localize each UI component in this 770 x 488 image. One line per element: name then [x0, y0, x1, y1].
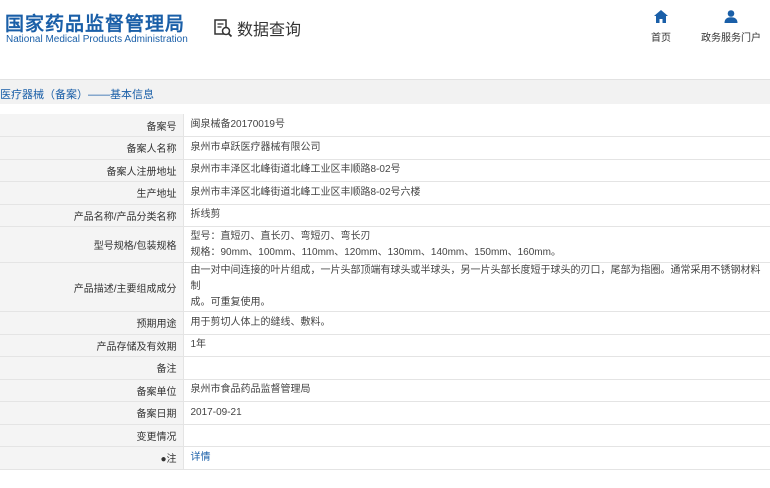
field-value-line: 由一对中间连接的叶片组成，一片头部顶端有球头或半球头，另一片头部长度短于球头的刃… — [190, 265, 761, 292]
field-label: 产品名称/产品分类名称 — [0, 204, 184, 227]
table-row: 产品描述/主要组成成分 由一对中间连接的叶片组成，一片头部顶端有球头或半球头，另… — [0, 262, 770, 312]
table-row: ●注 详情 — [0, 446, 770, 470]
logo-title-en[interactable]: National Medical Products Administration — [6, 34, 188, 45]
field-value: 由一对中间连接的叶片组成，一片头部顶端有球头或半球头，另一片头部长度短于球头的刃… — [183, 262, 770, 312]
field-value: 1年 — [183, 334, 770, 357]
field-label: 预期用途 — [0, 311, 184, 335]
field-label: 备案日期 — [0, 401, 184, 425]
table-row: 产品名称/产品分类名称 拆线剪 — [0, 204, 770, 227]
field-value: 泉州市丰泽区北峰街道北峰工业区丰顺路8-02号六楼 — [183, 181, 770, 205]
field-label: 产品存储及有效期 — [0, 334, 184, 357]
field-value-line: 型号：直短刃、直长刃、弯短刃、弯长刃 — [190, 230, 371, 242]
details-link[interactable]: 详情 — [191, 452, 211, 463]
field-value: 泉州市卓跃医疗器械有限公司 — [183, 136, 770, 160]
field-value: 详情 — [183, 446, 770, 470]
home-icon — [646, 10, 676, 23]
table-row: 变更情况 — [0, 424, 770, 447]
nav-portal-label: 政务服务门户 — [701, 33, 761, 44]
field-value: 用于剪切人体上的缝线、敷料。 — [183, 311, 770, 335]
field-label: 备案人名称 — [0, 136, 184, 160]
data-query-link[interactable]: 数据查询 — [213, 16, 301, 40]
record-detail-table: 备案号 闽泉械备20170019号 备案人名称 泉州市卓跃医疗器械有限公司 备案… — [0, 114, 770, 470]
nav-gov-portal[interactable]: 政务服务门户 — [698, 10, 764, 44]
field-value: 2017-09-21 — [183, 401, 770, 425]
field-label: 备案单位 — [0, 379, 184, 402]
site-header: 国家药品监督管理局 National Medical Products Admi… — [0, 0, 770, 62]
nav-home-label: 首页 — [651, 33, 671, 44]
table-row: 型号规格/包装规格 型号：直短刃、直长刃、弯短刃、弯长刃 规格：90mm、100… — [0, 226, 770, 263]
field-label: 生产地址 — [0, 181, 184, 205]
table-row: 备案人注册地址 泉州市丰泽区北峰街道北峰工业区丰顺路8-02号 — [0, 159, 770, 182]
field-value: 拆线剪 — [183, 204, 770, 227]
field-value: 闽泉械备20170019号 — [183, 114, 770, 137]
table-row: 备案人名称 泉州市卓跃医疗器械有限公司 — [0, 136, 770, 160]
section-header: 医疗器械（备案）——基本信息 — [0, 79, 770, 104]
field-label: 备案人注册地址 — [0, 159, 184, 182]
field-label: 变更情况 — [0, 424, 184, 447]
field-value: 型号：直短刃、直长刃、弯短刃、弯长刃 规格：90mm、100mm、110mm、1… — [183, 226, 770, 263]
field-value-line: 规格：90mm、100mm、110mm、120mm、130mm、140mm、15… — [190, 246, 561, 258]
table-row: 预期用途 用于剪切人体上的缝线、敷料。 — [0, 311, 770, 335]
field-label: 备注 — [0, 356, 184, 380]
field-value: 泉州市食品药品监督管理局 — [183, 379, 770, 402]
user-icon — [698, 10, 764, 23]
table-row: 备案日期 2017-09-21 — [0, 401, 770, 425]
table-row: 产品存储及有效期 1年 — [0, 334, 770, 357]
logo-title-cn[interactable]: 国家药品监督管理局 — [5, 9, 185, 36]
field-label: ●注 — [0, 446, 184, 470]
field-label: 备案号 — [0, 114, 184, 137]
field-value — [183, 424, 770, 447]
table-row: 备案号 闽泉械备20170019号 — [0, 114, 770, 137]
field-value — [183, 356, 770, 380]
search-doc-icon — [213, 18, 233, 38]
field-value-line: 成。可重复使用。 — [190, 297, 271, 308]
nav-home[interactable]: 首页 — [646, 10, 676, 44]
table-row: 生产地址 泉州市丰泽区北峰街道北峰工业区丰顺路8-02号六楼 — [0, 181, 770, 205]
field-value: 泉州市丰泽区北峰街道北峰工业区丰顺路8-02号 — [183, 159, 770, 182]
data-query-label: 数据查询 — [237, 22, 302, 39]
section-title: 医疗器械（备案）——基本信息 — [0, 89, 154, 101]
field-label: 型号规格/包装规格 — [0, 226, 184, 263]
field-label: 产品描述/主要组成成分 — [0, 262, 184, 312]
table-row: 备注 — [0, 356, 770, 380]
table-row: 备案单位 泉州市食品药品监督管理局 — [0, 379, 770, 402]
